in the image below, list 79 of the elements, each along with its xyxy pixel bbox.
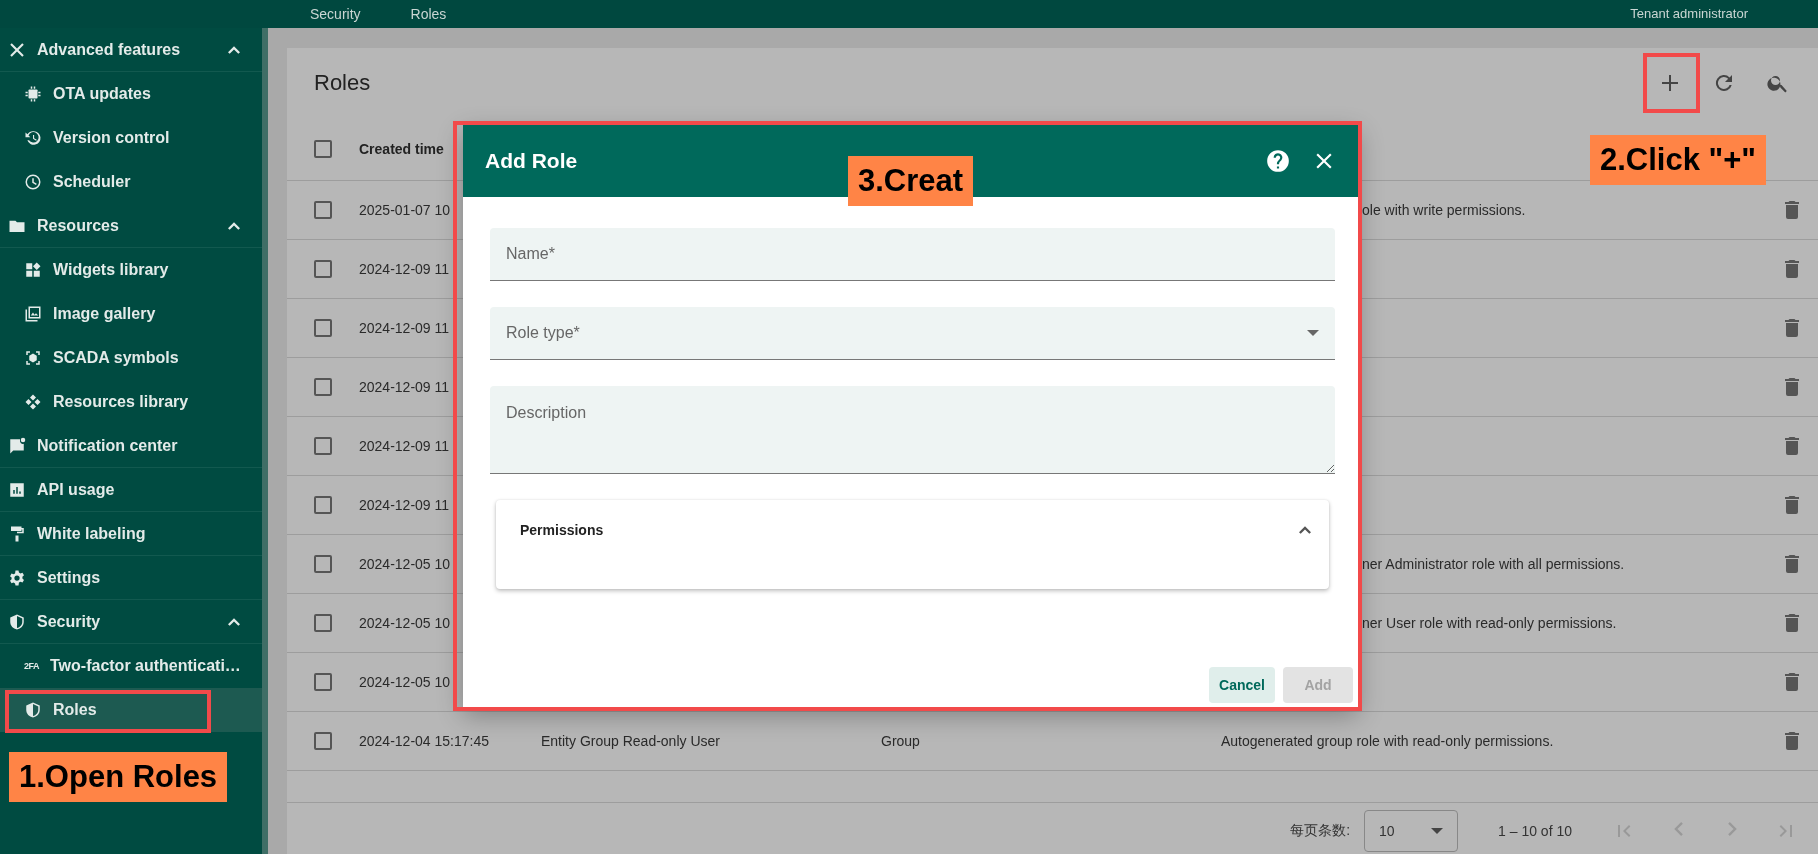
bar-chart-icon bbox=[8, 480, 26, 499]
shield-icon bbox=[24, 701, 42, 719]
history-icon bbox=[24, 129, 42, 147]
checkbox[interactable] bbox=[314, 140, 332, 158]
table-cell: 2024-12-09 11 bbox=[359, 379, 450, 395]
permissions-panel[interactable]: Permissions bbox=[496, 500, 1329, 589]
table-cell: Autogenerated group role with read-only permissions. bbox=[1221, 733, 1554, 749]
table-cell: 2025-01-07 10 bbox=[359, 202, 451, 218]
page-size-label: 每页条数: bbox=[1290, 821, 1351, 840]
dropdown-arrow-icon bbox=[1307, 330, 1319, 336]
table-cell: 2024-12-09 11 bbox=[359, 261, 450, 277]
widgets-icon bbox=[24, 261, 42, 279]
image-icon bbox=[24, 305, 42, 323]
dialog-title: Add Role bbox=[485, 149, 579, 173]
checkbox[interactable] bbox=[314, 319, 332, 337]
table-cell: 2024-12-05 10 bbox=[359, 674, 451, 690]
chevron-left-icon bbox=[1673, 822, 1683, 836]
breadcrumb[interactable]: Security bbox=[310, 5, 361, 23]
highlight-frame bbox=[1643, 53, 1700, 113]
checkbox[interactable] bbox=[314, 260, 332, 278]
table-cell: Entity Group Read-only User bbox=[541, 733, 720, 749]
sidebar-item[interactable]: Advanced features bbox=[0, 28, 262, 72]
diamonds-icon bbox=[24, 393, 42, 411]
speech-bubble-icon bbox=[8, 436, 26, 455]
user-role: Tenant administrator bbox=[1630, 5, 1748, 23]
sidebar-item[interactable]: Resources bbox=[0, 204, 262, 248]
breadcrumb[interactable]: Roles bbox=[410, 5, 447, 23]
table-cell: 2024-12-09 11 bbox=[359, 497, 450, 513]
annotation-label: 1.Open Roles bbox=[9, 752, 228, 802]
sidebar-item[interactable]: Version control bbox=[0, 116, 262, 160]
checkbox[interactable] bbox=[314, 673, 332, 691]
sidebar-item[interactable]: Scheduler bbox=[0, 160, 262, 204]
page-size-select[interactable]: 10 bbox=[1364, 809, 1459, 852]
page-title: Roles bbox=[314, 70, 372, 96]
scada-icon bbox=[24, 349, 42, 367]
table-cell: 2024-12-09 11 bbox=[359, 320, 450, 336]
column-header[interactable]: Created time bbox=[359, 141, 444, 157]
annotation-label: 2.Click "+" bbox=[1590, 135, 1767, 185]
checkbox[interactable] bbox=[314, 732, 332, 750]
table-cell: Group bbox=[881, 733, 920, 749]
checkbox[interactable] bbox=[314, 437, 332, 455]
annotation-label: 3.Creat bbox=[848, 156, 974, 206]
sidebar-item[interactable]: Widgets library bbox=[0, 248, 262, 292]
shield-icon bbox=[8, 612, 26, 631]
checkbox[interactable] bbox=[314, 496, 332, 514]
sidebar-item[interactable]: Security bbox=[0, 600, 262, 644]
sidebar-item[interactable]: White labeling bbox=[0, 512, 262, 556]
sidebar-item[interactable]: Settings bbox=[0, 556, 262, 600]
table-cell: ner User role with read-only permissions. bbox=[1362, 615, 1617, 631]
checkbox[interactable] bbox=[314, 614, 332, 632]
checkbox[interactable] bbox=[314, 555, 332, 573]
paint-roller-icon bbox=[8, 524, 26, 543]
chevron-right-icon bbox=[1727, 822, 1737, 836]
sidebar-item[interactable]: 2FA Two-factor authenticati… bbox=[0, 644, 262, 688]
sidebar-item[interactable]: Image gallery bbox=[0, 292, 262, 336]
sidebar-item[interactable]: API usage bbox=[0, 468, 262, 512]
page-range: 1 – 10 of 10 bbox=[1498, 822, 1572, 839]
sidebar-item[interactable]: Notification center bbox=[0, 424, 262, 468]
sidebar-item[interactable]: OTA updates bbox=[0, 72, 262, 116]
checkbox[interactable] bbox=[314, 201, 332, 219]
chip-icon bbox=[24, 85, 42, 103]
sidebar-item[interactable]: Resources library bbox=[0, 380, 262, 424]
table-cell: ole with write permissions. bbox=[1362, 202, 1526, 218]
help-icon bbox=[1265, 148, 1291, 174]
dropdown-arrow-icon bbox=[1431, 827, 1444, 834]
table-cell: 2024-12-09 11 bbox=[359, 438, 450, 454]
table-cell: 2024-12-05 10 bbox=[359, 615, 451, 631]
table-cell: 2024-12-05 10 bbox=[359, 556, 451, 572]
name-field[interactable]: Name* bbox=[490, 228, 1335, 281]
cancel-button[interactable]: Cancel bbox=[1209, 667, 1275, 703]
sidebar-item[interactable]: SCADA symbols bbox=[0, 336, 262, 380]
table-cell: 2024-12-04 15:17:45 bbox=[359, 733, 489, 749]
badge-icon: 2FA bbox=[24, 661, 39, 671]
checkbox[interactable] bbox=[314, 378, 332, 396]
gear-icon bbox=[8, 568, 26, 587]
role-type-select[interactable]: Role type* bbox=[490, 307, 1335, 360]
clock-icon bbox=[24, 173, 42, 191]
table-cell: ner Administrator role with all permissions. bbox=[1362, 556, 1625, 572]
description-field[interactable]: Description bbox=[490, 386, 1335, 474]
